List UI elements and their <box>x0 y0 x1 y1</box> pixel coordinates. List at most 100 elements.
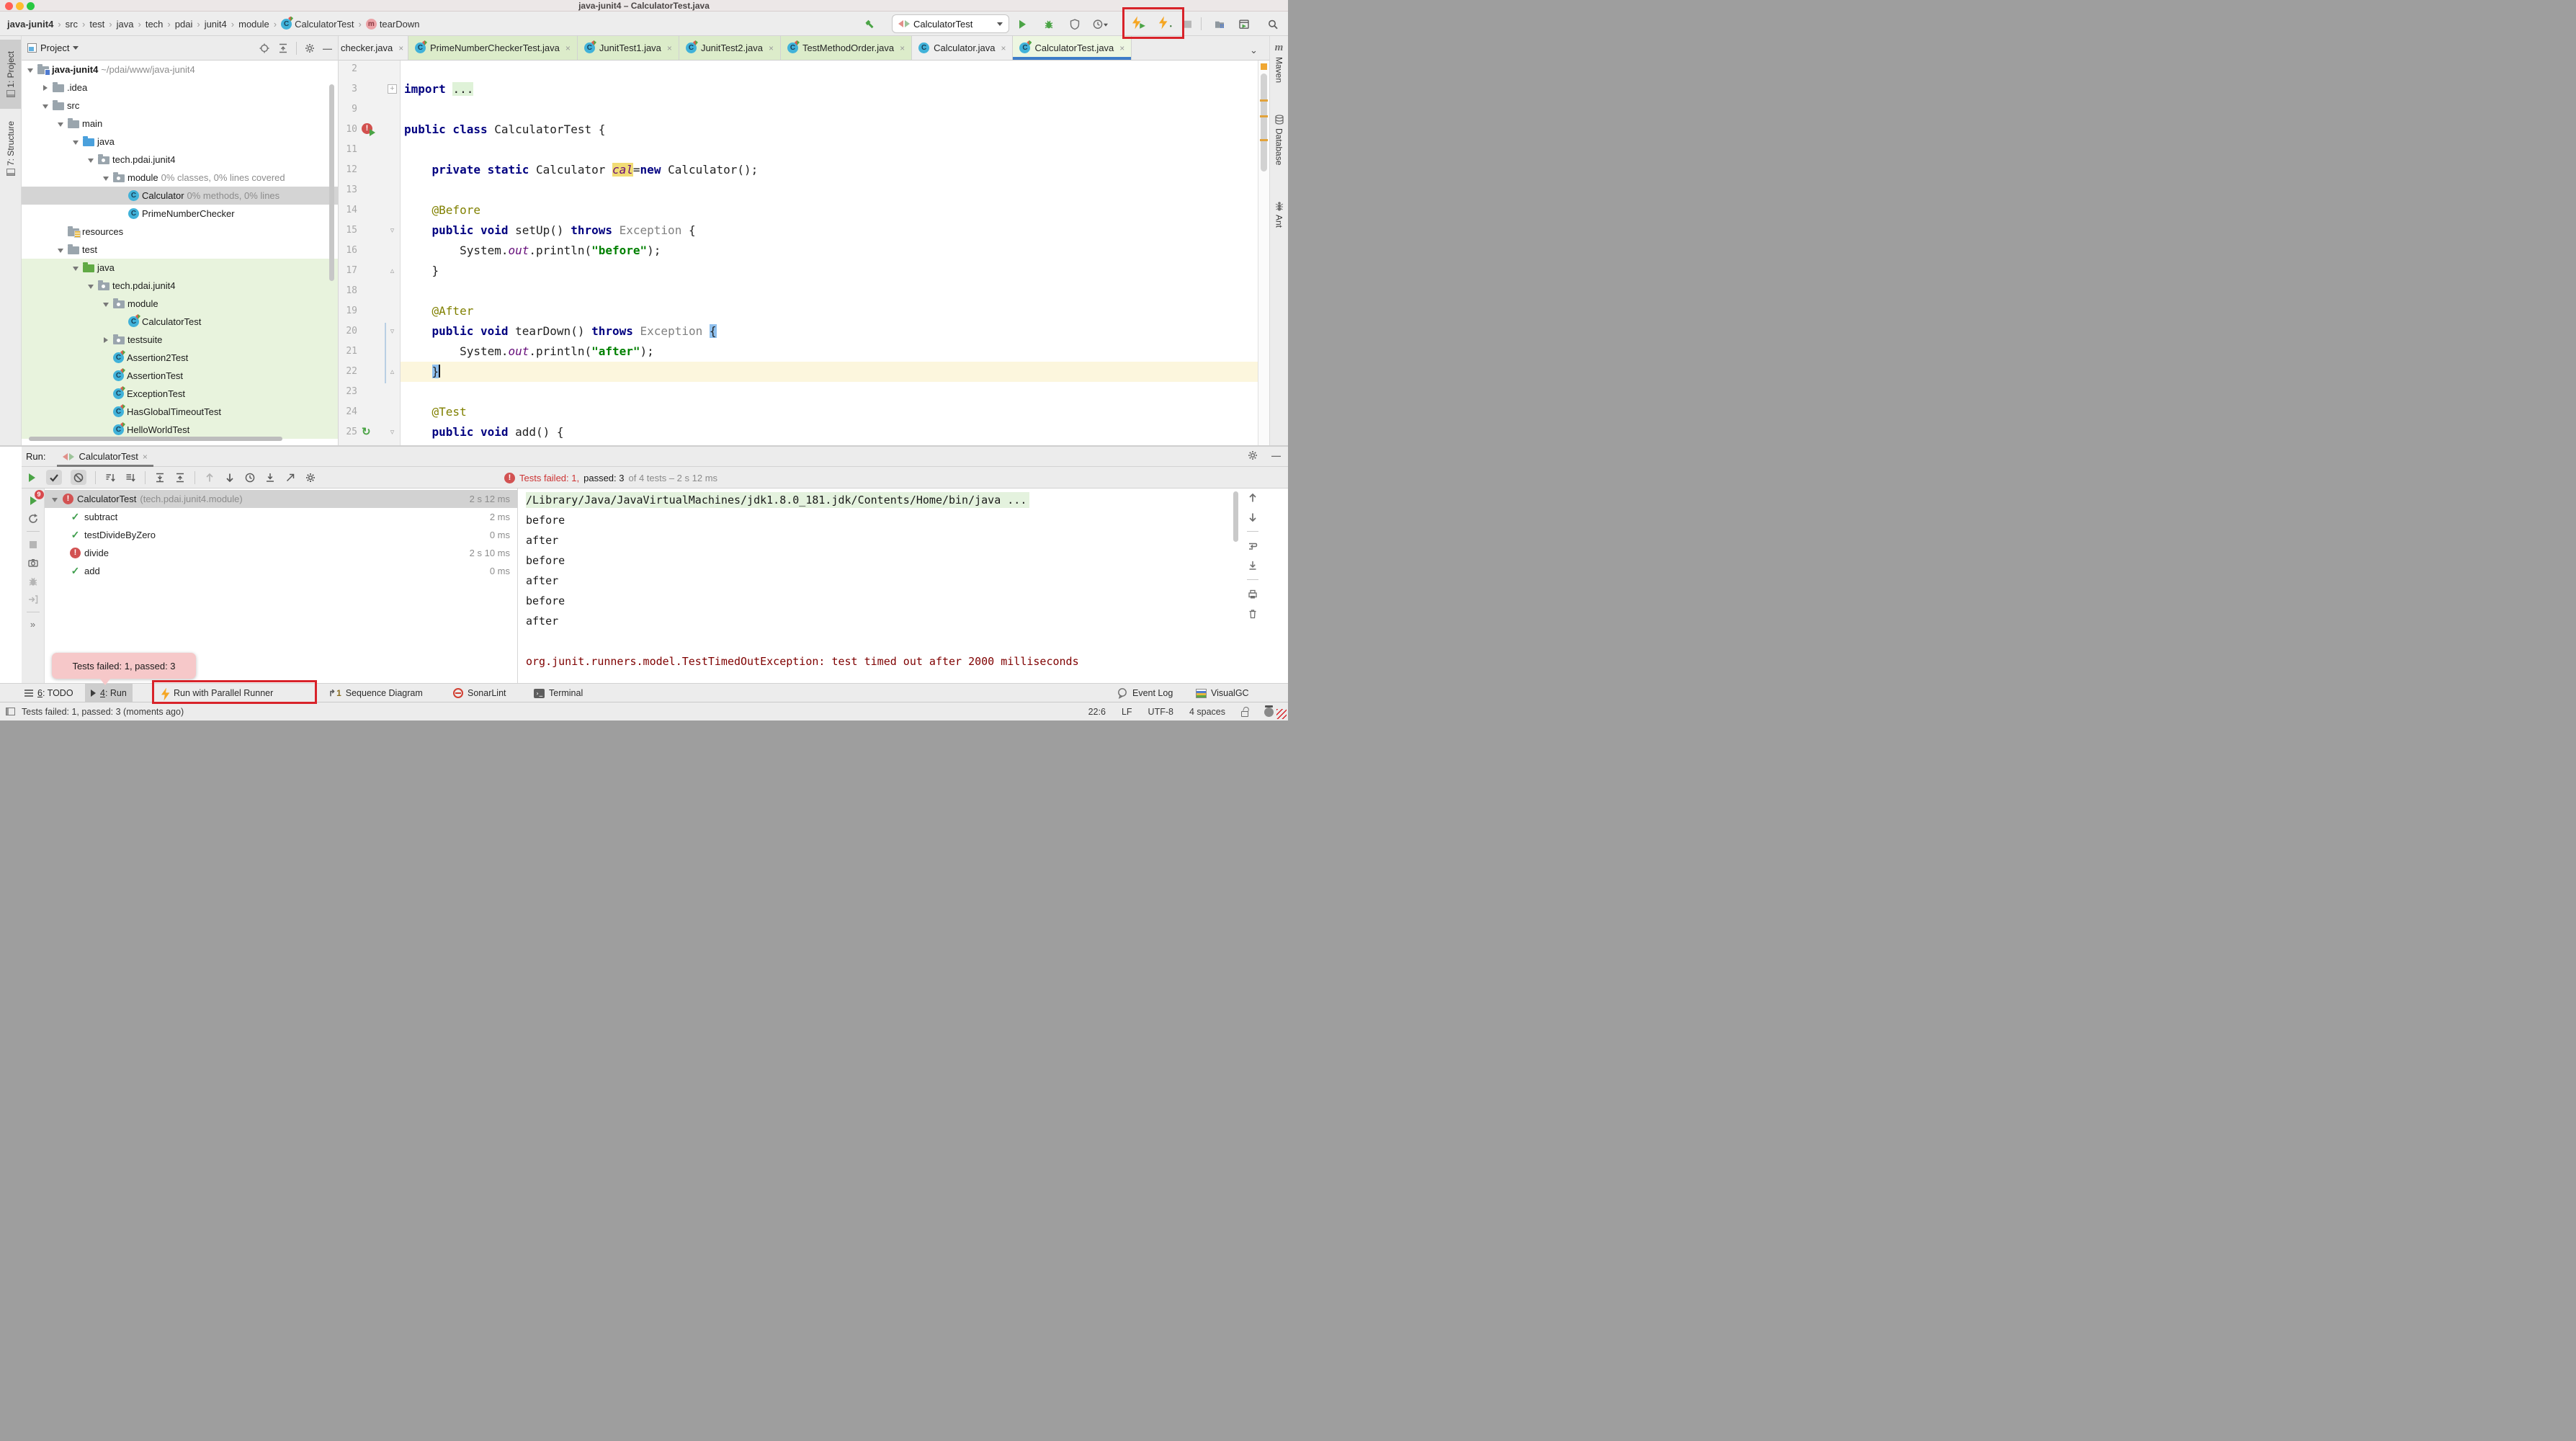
fold-collapse-icon[interactable]: ▿ <box>388 321 397 342</box>
close-tab-icon[interactable]: × <box>143 452 148 462</box>
gear-icon[interactable] <box>305 471 316 483</box>
hide-panel-icon[interactable]: — <box>1271 450 1281 461</box>
tree-item[interactable]: main <box>22 115 338 133</box>
tree-item[interactable]: resources <box>22 223 338 241</box>
sidebar-item-ant[interactable]: Ant <box>1270 200 1288 248</box>
tree-expander-icon[interactable] <box>102 334 110 345</box>
tree-item[interactable]: test <box>22 241 338 259</box>
editor-tab[interactable]: checker.java× <box>339 36 408 60</box>
hide-panel-icon[interactable]: — <box>323 43 332 54</box>
status-message[interactable]: Tests failed: 1, passed: 3 (moments ago) <box>22 702 184 720</box>
expand-all-icon[interactable] <box>154 471 166 483</box>
toolbar-item-4-run[interactable]: 4: Run <box>85 684 133 702</box>
breadcrumb-item[interactable]: CCalculatorTest <box>281 19 354 30</box>
tree-item[interactable]: java <box>22 259 338 277</box>
close-tab-icon[interactable]: × <box>398 43 403 53</box>
tree-item[interactable]: testsuite <box>22 331 338 349</box>
editor-tab[interactable]: CTestMethodOrder.java× <box>781 36 912 60</box>
horizontal-scrollbar[interactable] <box>29 437 282 441</box>
terminal-run-icon[interactable] <box>1235 18 1253 30</box>
chevron-down-icon[interactable] <box>73 46 79 50</box>
test-result-row[interactable]: ✓subtract2 ms <box>45 508 517 526</box>
toolbar-item-sequence-diagram[interactable]: 1Sequence Diagram <box>323 684 429 702</box>
sort-alphabetically-icon[interactable] <box>104 471 116 483</box>
tree-expander-icon[interactable] <box>41 100 50 111</box>
indent-setting[interactable]: 4 spaces <box>1189 707 1225 717</box>
build-hammer-icon[interactable] <box>861 18 878 30</box>
close-tab-icon[interactable]: × <box>1001 43 1006 53</box>
scroll-down-icon[interactable] <box>1247 512 1258 524</box>
warning-marker[interactable] <box>1261 63 1267 70</box>
editor-tab[interactable]: CCalculator.java× <box>912 36 1013 60</box>
vertical-scrollbar[interactable] <box>329 84 334 281</box>
run-configuration-select[interactable]: CalculatorTest <box>892 14 1009 33</box>
breadcrumb-item[interactable]: mtearDown <box>366 19 420 30</box>
sort-by-duration-icon[interactable] <box>125 471 136 483</box>
scroll-to-end-icon[interactable] <box>1247 560 1258 572</box>
tree-item[interactable]: CAssertion2Test <box>22 349 338 367</box>
snapshot-camera-icon[interactable] <box>27 557 39 569</box>
warning-tick[interactable] <box>1260 99 1268 102</box>
file-encoding[interactable]: UTF-8 <box>1148 707 1173 717</box>
tree-item[interactable]: module <box>22 295 338 313</box>
close-tab-icon[interactable]: × <box>769 43 774 53</box>
sidebar-item-structure[interactable]: 7: Structure <box>0 112 21 184</box>
rerun-icon[interactable] <box>26 471 37 483</box>
run-with-coverage-button[interactable] <box>1066 18 1083 30</box>
previous-failed-test-icon[interactable] <box>204 471 215 483</box>
next-failed-test-icon[interactable] <box>224 471 236 483</box>
tree-expander-icon[interactable] <box>56 118 65 129</box>
navigate-to-source-icon[interactable] <box>27 594 39 606</box>
soft-wrap-icon[interactable] <box>1247 540 1258 552</box>
fold-end-icon[interactable]: ▵ <box>388 261 397 281</box>
close-tab-icon[interactable]: × <box>667 43 672 53</box>
tree-item[interactable]: module0% classes, 0% lines covered <box>22 169 338 187</box>
scroll-up-icon[interactable] <box>1247 491 1258 504</box>
breadcrumb-item[interactable]: tech <box>146 19 164 30</box>
code-editor[interactable]: 23+import ...910!public class Calculator… <box>339 61 1258 445</box>
fold-end-icon[interactable]: ▵ <box>388 362 397 382</box>
breadcrumb-item[interactable]: java <box>117 19 134 30</box>
run-class-icon[interactable]: ! <box>362 123 372 134</box>
run-tab[interactable]: CalculatorTest × <box>55 447 154 467</box>
lock-icon[interactable] <box>1241 711 1248 717</box>
tree-item[interactable]: CCalculator0% methods, 0% lines <box>22 187 338 205</box>
tree-expander-icon[interactable] <box>41 82 50 93</box>
tree-item[interactable]: CExceptionTest <box>22 385 338 403</box>
attach-debugger-icon[interactable] <box>27 575 39 587</box>
clear-all-icon[interactable] <box>1247 608 1258 620</box>
rerun-failed-tests-icon[interactable]: 9 <box>27 494 39 507</box>
close-tab-icon[interactable]: × <box>900 43 905 53</box>
collapse-all-icon[interactable] <box>174 471 186 483</box>
editor-error-stripe[interactable] <box>1258 61 1269 445</box>
breadcrumb-item[interactable]: pdai <box>175 19 193 30</box>
warning-tick[interactable] <box>1260 139 1268 141</box>
tree-expander-icon[interactable] <box>50 494 59 504</box>
locate-icon[interactable] <box>259 43 270 54</box>
print-icon[interactable] <box>1247 588 1258 600</box>
tree-item[interactable]: .idea <box>22 79 338 97</box>
run-panel-splitter[interactable] <box>517 488 518 684</box>
breadcrumb-item[interactable]: module <box>238 19 269 30</box>
tree-expander-icon[interactable] <box>86 154 95 165</box>
tree-expander-icon[interactable] <box>26 64 35 75</box>
tool-window-toggle-icon[interactable] <box>6 708 15 715</box>
fold-expand-icon[interactable]: + <box>388 84 397 94</box>
tree-expander-icon[interactable] <box>102 172 110 183</box>
toolbar-item-sonarlint[interactable]: SonarLint <box>447 684 512 702</box>
editor-tab[interactable]: CJunitTest2.java× <box>679 36 781 60</box>
show-ignored-toggle[interactable] <box>71 470 86 485</box>
sidebar-item-maven[interactable]: mMaven <box>1270 42 1288 104</box>
console-scrollbar[interactable] <box>1233 491 1238 542</box>
tree-expander-icon[interactable] <box>86 280 95 291</box>
editor-tab[interactable]: CPrimeNumberCheckerTest.java× <box>408 36 578 60</box>
test-result-row[interactable]: ✓testDivideByZero0 ms <box>45 526 517 544</box>
stop-icon[interactable] <box>27 538 39 550</box>
tree-item[interactable]: java <box>22 133 338 151</box>
gear-icon[interactable] <box>1247 450 1258 461</box>
sidebar-item-database[interactable]: Database <box>1270 114 1288 190</box>
toolbar-item-event-log[interactable]: Event Log <box>1111 684 1179 702</box>
line-ending[interactable]: LF <box>1122 707 1132 717</box>
rerun-test-icon[interactable]: ↻ <box>362 426 374 438</box>
breadcrumb-item[interactable]: junit4 <box>205 19 227 30</box>
